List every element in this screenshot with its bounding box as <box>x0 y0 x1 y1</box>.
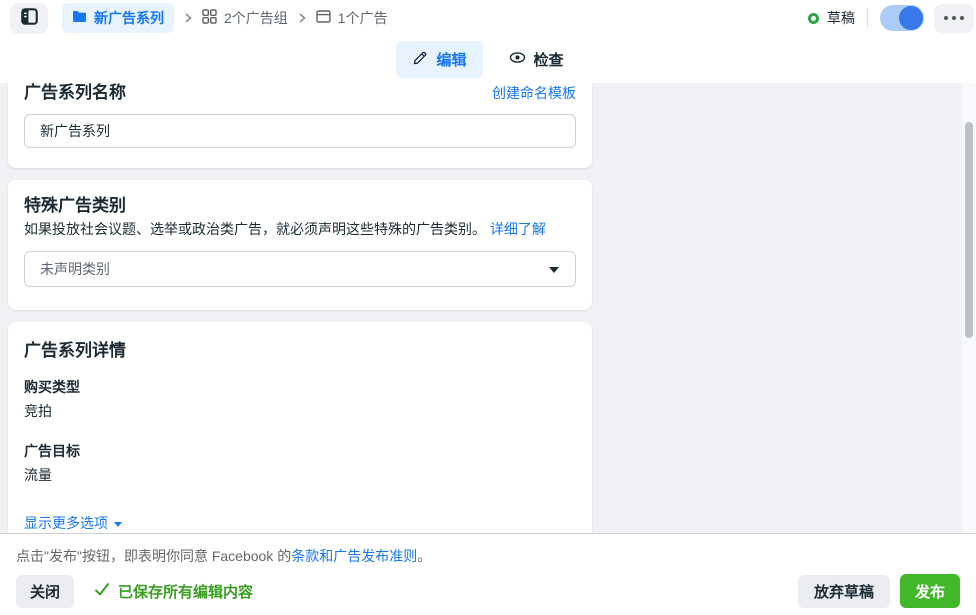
objective-value: 流量 <box>24 465 576 485</box>
breadcrumb-adsets[interactable]: 2个广告组 <box>202 8 288 28</box>
special-category-dropdown[interactable]: 未声明类别 <box>24 251 576 287</box>
special-category-title: 特殊广告类别 <box>24 195 576 217</box>
buying-type-value: 竞拍 <box>24 401 576 421</box>
draft-status-label: 草稿 <box>827 8 855 28</box>
saved-status-label: 已保存所有编辑内容 <box>118 581 253 602</box>
campaign-active-toggle[interactable] <box>880 5 924 31</box>
breadcrumb-campaign[interactable]: 新广告系列 <box>62 3 174 33</box>
draft-status-icon <box>808 13 819 24</box>
show-more-options-label: 显示更多选项 <box>24 513 108 533</box>
divider <box>867 8 868 28</box>
chevron-right-icon <box>183 12 193 24</box>
campaign-name-input[interactable] <box>24 114 576 148</box>
terms-and-policies-link[interactable]: 条款和广告发布准则 <box>291 548 417 564</box>
discard-draft-button[interactable]: 放弃草稿 <box>798 575 890 608</box>
check-icon <box>94 582 110 600</box>
vertical-scrollbar <box>962 83 976 533</box>
footer-actions: 关闭 已保存所有编辑内容 放弃草稿 发布 <box>16 574 960 608</box>
campaign-name-card: 广告系列名称 创建命名模板 <box>8 83 592 168</box>
breadcrumb-ad-label: 1个广告 <box>338 8 388 28</box>
tab-review[interactable]: 检查 <box>493 41 580 78</box>
breadcrumb: 新广告系列 2个广告组 <box>62 3 388 33</box>
special-ad-category-card: 特殊广告类别 如果投放社会议题、选举或政治类广告，就必须声明这些特殊的广告类别。… <box>8 180 592 310</box>
sidebar-toggle-button[interactable] <box>10 3 48 34</box>
campaign-details-title: 广告系列详情 <box>24 339 576 363</box>
chevron-down-icon <box>549 267 559 273</box>
breadcrumb-campaign-label: 新广告系列 <box>94 8 164 28</box>
footer-bar: 点击"发布"按钮，即表明你同意 Facebook 的条款和广告发布准则。 关闭 … <box>0 533 976 615</box>
sidebar-toggle-icon <box>21 8 38 28</box>
chevron-down-icon <box>114 522 122 527</box>
publish-button[interactable]: 发布 <box>900 574 960 608</box>
breadcrumb-adsets-label: 2个广告组 <box>224 8 288 28</box>
tab-review-label: 检查 <box>534 49 564 70</box>
frame-icon <box>316 9 331 27</box>
toggle-knob <box>899 6 923 30</box>
mode-tab-bar: 编辑 检查 <box>0 36 976 83</box>
ads-manager-edit-page: 新广告系列 2个广告组 <box>0 0 976 615</box>
edit-pane: 广告系列名称 创建命名模板 特殊广告类别 如果投放社会议题、选举或政治类广告，就… <box>0 83 962 533</box>
scrollbar-thumb[interactable] <box>965 122 973 338</box>
pencil-icon <box>412 50 428 70</box>
chevron-right-icon <box>297 12 307 24</box>
top-bar-right: 草稿 <box>808 4 974 33</box>
grid-icon <box>202 9 217 27</box>
campaign-details-card: 广告系列详情 购买类型 竞拍 广告目标 流量 显示更多选项 <box>8 322 592 533</box>
folder-icon <box>72 10 87 26</box>
show-more-options-link[interactable]: 显示更多选项 <box>24 513 122 533</box>
top-bar: 新广告系列 2个广告组 <box>0 0 976 36</box>
tab-edit-label: 编辑 <box>436 49 466 70</box>
ellipsis-icon <box>944 16 964 20</box>
special-category-dropdown-value: 未声明类别 <box>40 259 110 279</box>
publish-disclaimer: 点击"发布"按钮，即表明你同意 Facebook 的条款和广告发布准则。 <box>16 546 960 566</box>
buying-type-label: 购买类型 <box>24 377 576 397</box>
close-button[interactable]: 关闭 <box>16 575 74 608</box>
objective-label: 广告目标 <box>24 441 576 461</box>
special-category-description: 如果投放社会议题、选举或政治类广告，就必须声明这些特殊的广告类别。 详细了解 <box>24 219 576 239</box>
tab-edit[interactable]: 编辑 <box>396 41 482 78</box>
more-options-button[interactable] <box>934 4 974 33</box>
saved-status: 已保存所有编辑内容 <box>94 581 253 602</box>
breadcrumb-ad[interactable]: 1个广告 <box>316 8 388 28</box>
eye-icon <box>509 50 526 69</box>
create-naming-template-link[interactable]: 创建命名模板 <box>492 83 576 103</box>
learn-more-link[interactable]: 详细了解 <box>490 221 546 237</box>
campaign-name-title: 广告系列名称 <box>24 83 126 104</box>
